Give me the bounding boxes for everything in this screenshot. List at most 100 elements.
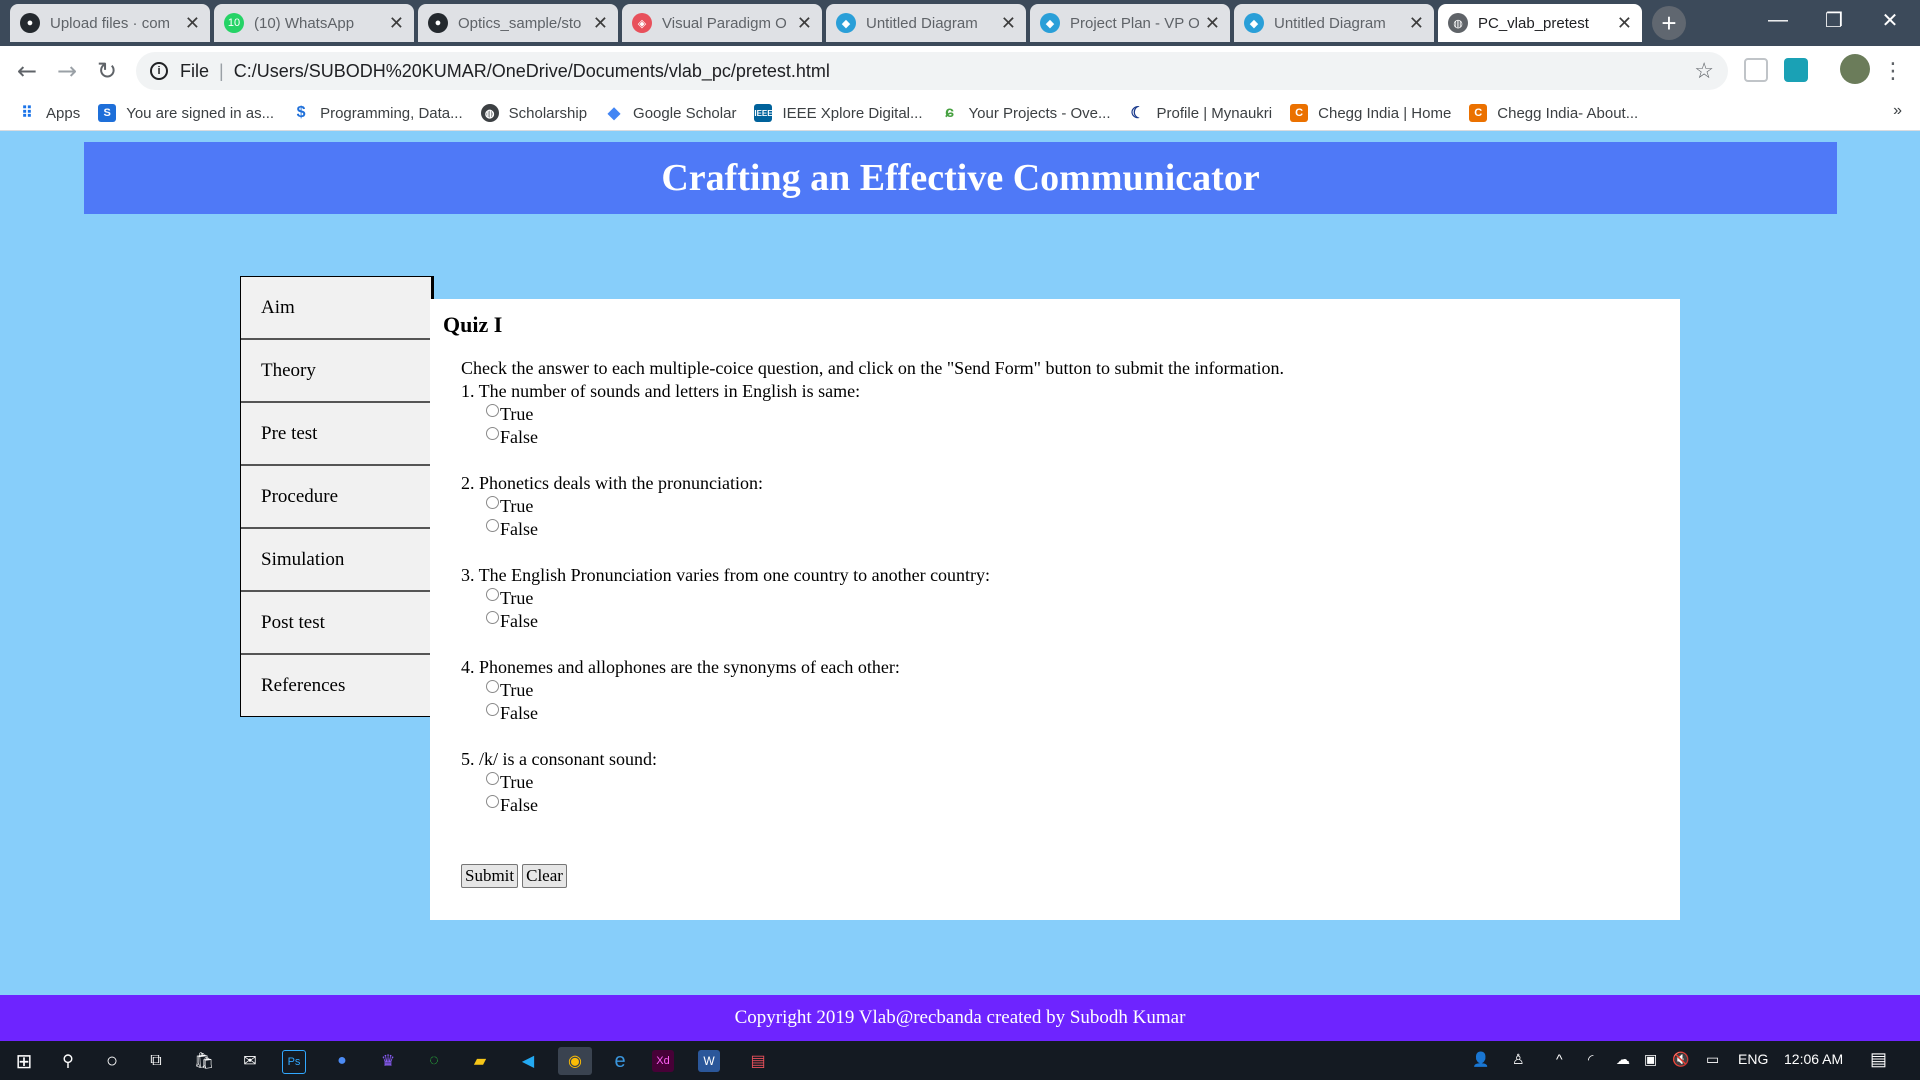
browser-tab[interactable]: ◆ Project Plan - VP O ✕ (1030, 4, 1230, 42)
answer-option[interactable]: False (486, 518, 1284, 541)
app-icon[interactable]: ♛ (374, 1047, 402, 1075)
nav-item-procedure[interactable]: Procedure (241, 466, 431, 529)
clock[interactable]: 12:06 AM (1784, 1051, 1843, 1067)
volume-muted-icon[interactable]: 🔇 (1672, 1051, 1689, 1068)
profile-avatar[interactable] (1840, 54, 1870, 84)
url-text[interactable]: C:/Users/SUBODH%20KUMAR/OneDrive/Documen… (234, 61, 830, 82)
restore-button[interactable]: ❐ (1806, 0, 1862, 40)
photoshop-icon[interactable]: Ps (282, 1050, 306, 1074)
bookmarks-overflow-chevron-icon[interactable]: » (1893, 102, 1902, 120)
cortana-icon[interactable]: ○ (98, 1047, 126, 1075)
app-icon[interactable]: ● (328, 1047, 356, 1075)
nav-item-references[interactable]: References (241, 655, 431, 716)
extension-icon[interactable] (1784, 58, 1808, 82)
back-arrow-icon[interactable]: ← (10, 54, 44, 88)
task-view-icon[interactable]: ⧉ (142, 1047, 170, 1075)
bookmark-item[interactable]: ɕ Your Projects - Ove... (941, 104, 1110, 122)
radio-button[interactable] (486, 427, 499, 440)
bookmark-item[interactable]: S You are signed in as... (98, 104, 274, 122)
clear-button[interactable]: Clear (522, 864, 567, 888)
browser-tab[interactable]: ◈ Visual Paradigm O ✕ (622, 4, 822, 42)
notifications-icon[interactable]: ▤ (1870, 1049, 1887, 1070)
answer-option[interactable]: True (486, 679, 1284, 702)
radio-button[interactable] (486, 519, 499, 532)
store-icon[interactable]: 🛍 (190, 1047, 218, 1075)
onedrive-cloud-icon[interactable]: ☁ (1616, 1051, 1630, 1068)
bookmark-item[interactable]: C Chegg India | Home (1290, 104, 1451, 122)
wifi-icon[interactable]: ◜ (1588, 1051, 1593, 1068)
browser-tab[interactable]: ◆ Untitled Diagram ✕ (1234, 4, 1434, 42)
forward-arrow-icon[interactable]: → (50, 54, 84, 88)
bookmark-item[interactable]: IEEE IEEE Xplore Digital... (754, 104, 923, 122)
app-icon[interactable]: ◌ (420, 1047, 448, 1075)
close-window-button[interactable]: ✕ (1862, 0, 1918, 40)
close-tab-icon[interactable]: ✕ (1001, 13, 1016, 34)
close-tab-icon[interactable]: ✕ (1409, 13, 1424, 34)
word-icon[interactable]: W (698, 1050, 720, 1072)
radio-button[interactable] (486, 772, 499, 785)
radio-button[interactable] (486, 611, 499, 624)
answer-option[interactable]: False (486, 702, 1284, 725)
radio-button[interactable] (486, 703, 499, 716)
radio-button[interactable] (486, 795, 499, 808)
browser-tab[interactable]: ◆ Untitled Diagram ✕ (826, 4, 1026, 42)
search-icon[interactable]: ⚲ (54, 1047, 82, 1075)
file-explorer-icon[interactable]: ▰ (466, 1047, 494, 1075)
browser-tab[interactable]: ● Optics_sample/sto ✕ (418, 4, 618, 42)
bookmark-item[interactable]: C Chegg India- About... (1469, 104, 1638, 122)
bookmark-item[interactable]: ◆ Google Scholar (605, 104, 737, 123)
radio-button[interactable] (486, 496, 499, 509)
nav-item-pre-test[interactable]: Pre test (241, 403, 431, 466)
answer-option[interactable]: True (486, 587, 1284, 610)
mail-icon[interactable]: ✉ (236, 1047, 264, 1075)
bookmark-label: Scholarship (508, 104, 588, 122)
answer-option[interactable]: True (486, 771, 1284, 794)
browser-tab[interactable]: ● Upload files · com ✕ (10, 4, 210, 42)
radio-button[interactable] (486, 588, 499, 601)
answer-option[interactable]: True (486, 403, 1284, 426)
menu-dots-icon[interactable]: ⋮ (1876, 54, 1910, 88)
minimize-button[interactable]: — (1750, 0, 1806, 40)
close-tab-icon[interactable]: ✕ (593, 13, 608, 34)
bookmark-item[interactable]: ◍ Scholarship (480, 104, 588, 122)
chrome-icon[interactable]: ◉ (558, 1047, 592, 1075)
browser-tab[interactable]: 10 (10) WhatsApp ✕ (214, 4, 414, 42)
language-indicator[interactable]: ENG (1738, 1051, 1768, 1067)
answer-option[interactable]: False (486, 610, 1284, 633)
info-icon[interactable]: i (150, 62, 168, 80)
bookmark-item[interactable]: ⠿ Apps (18, 104, 80, 123)
nav-item-theory[interactable]: Theory (241, 340, 431, 403)
submit-button[interactable]: Submit (461, 864, 519, 888)
answer-option[interactable]: False (486, 794, 1284, 817)
windows-start-icon[interactable]: ⊞ (10, 1047, 38, 1075)
address-bar[interactable]: i File | C:/Users/SUBODH%20KUMAR/OneDriv… (136, 52, 1728, 90)
bookmark-item[interactable]: ☾ Profile | Mynaukri (1129, 104, 1272, 123)
battery-icon[interactable]: ▭ (1706, 1051, 1719, 1068)
app-icon[interactable]: ▤ (744, 1047, 772, 1075)
bookmark-item[interactable]: $ Programming, Data... (292, 104, 463, 122)
bookmark-star-icon[interactable]: ☆ (1694, 58, 1714, 84)
nav-item-post-test[interactable]: Post test (241, 592, 431, 655)
close-tab-icon[interactable]: ✕ (797, 13, 812, 34)
browser-tab-active[interactable]: ◍ PC_vlab_pretest ✕ (1438, 4, 1642, 42)
nav-item-simulation[interactable]: Simulation (241, 529, 431, 592)
nav-item-aim[interactable]: Aim (241, 277, 431, 340)
meet-now-icon[interactable]: ▣ (1644, 1051, 1657, 1068)
edge-icon[interactable]: e (606, 1047, 634, 1075)
show-hidden-icons-chevron-icon[interactable]: ^ (1556, 1051, 1563, 1067)
vscode-icon[interactable]: ◀ (514, 1047, 542, 1075)
close-tab-icon[interactable]: ✕ (389, 13, 404, 34)
close-tab-icon[interactable]: ✕ (185, 13, 200, 34)
new-tab-button[interactable]: + (1652, 6, 1686, 40)
adobe-xd-icon[interactable]: Xd (652, 1050, 674, 1072)
answer-option[interactable]: True (486, 495, 1284, 518)
extension-icon[interactable] (1744, 58, 1768, 82)
close-tab-icon[interactable]: ✕ (1617, 13, 1632, 34)
people-icon[interactable]: 👤 (1472, 1051, 1489, 1068)
close-tab-icon[interactable]: ✕ (1205, 13, 1220, 34)
answer-option[interactable]: False (486, 426, 1284, 449)
network-agent-icon[interactable]: ♙ (1512, 1051, 1525, 1068)
reload-icon[interactable]: ↻ (90, 54, 124, 88)
radio-button[interactable] (486, 680, 499, 693)
radio-button[interactable] (486, 404, 499, 417)
